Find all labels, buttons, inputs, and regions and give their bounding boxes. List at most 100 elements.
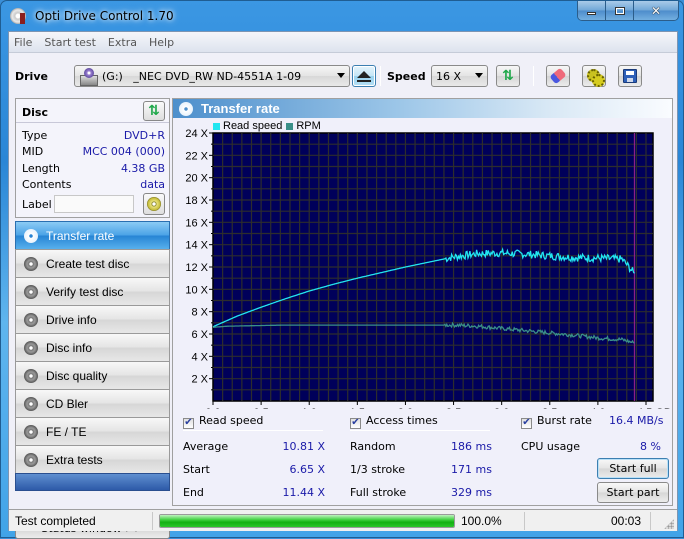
burst-rate-value: 16.4 MB/s	[609, 414, 664, 427]
access-times-toggle[interactable]: ✔ Access times	[350, 414, 438, 429]
start-full-button[interactable]: Start full	[597, 458, 669, 479]
read-speed-toggle[interactable]: ✔ Read speed	[183, 414, 263, 429]
legend-label: RPM	[296, 120, 321, 132]
disc-type-row: Type DVD+R	[22, 129, 165, 142]
nav-label: Disc quality	[46, 368, 108, 383]
nav-drive-info[interactable]: Drive info	[15, 305, 170, 333]
divider	[183, 430, 323, 431]
settings-button[interactable]	[582, 65, 606, 87]
stat-value: 171 ms	[451, 463, 492, 476]
speed-select[interactable]: 16 X	[431, 65, 488, 87]
nav-label: Transfer rate	[46, 228, 115, 243]
eject-button[interactable]	[352, 65, 376, 87]
burst-rate-checkbox[interactable]: ✔	[521, 417, 532, 429]
menu-file[interactable]: File	[14, 36, 32, 49]
test-nav: Transfer rate Create test disc Verify te…	[15, 221, 170, 491]
menu-help[interactable]: Help	[149, 36, 174, 49]
transfer-rate-icon	[24, 228, 38, 243]
y-tick-label: 24 X	[185, 128, 208, 140]
random-access-row: Random 186 ms	[350, 440, 492, 453]
menu-start-test[interactable]: Start test	[44, 36, 96, 49]
disc-info-icon	[24, 340, 38, 355]
drive-info-icon	[24, 312, 38, 327]
drive-label: Drive	[15, 70, 48, 83]
y-tick-label: 10 X	[185, 284, 208, 296]
close-button[interactable]: ✕	[634, 1, 678, 20]
disc-mid-value: MCC 004 (000)	[82, 145, 165, 158]
minimize-icon	[587, 12, 596, 15]
window-title: Opti Drive Control 1.70	[35, 9, 174, 23]
start-part-button[interactable]: Start part	[597, 482, 669, 503]
stat-value: 10.81 X	[282, 440, 325, 453]
refresh-speed-button[interactable]: ⇅	[496, 65, 520, 87]
toolbar: Drive (G:) _NEC DVD_RW ND-4551A 1-09 Spe…	[9, 54, 677, 96]
drive-select[interactable]: (G:) _NEC DVD_RW ND-4551A 1-09	[74, 65, 350, 87]
speed-select-value: 16 X	[436, 69, 462, 83]
legend-rpm: RPM	[286, 120, 321, 132]
access-times-label: Access times	[366, 414, 438, 427]
progress-fill	[160, 515, 454, 527]
nav-create-test-disc[interactable]: Create test disc	[15, 249, 170, 277]
disc-label-button[interactable]	[143, 193, 165, 215]
nav-label: CD Bler	[46, 396, 89, 411]
disc-refresh-button[interactable]: ⇅	[143, 101, 165, 121]
resize-grip[interactable]	[664, 519, 674, 529]
gears-icon	[587, 69, 605, 87]
y-tick-label: 16 X	[185, 217, 208, 229]
maximize-button[interactable]	[606, 1, 634, 20]
nav-verify-test-disc[interactable]: Verify test disc	[15, 277, 170, 305]
save-button[interactable]	[618, 65, 642, 87]
nav-extra-tests[interactable]: Extra tests	[15, 445, 170, 473]
nav-disc-quality[interactable]: Disc quality	[15, 361, 170, 389]
x-tick-label: 4.5 GB	[637, 407, 671, 409]
stat-key: 1/3 stroke	[350, 463, 405, 476]
nav-filler	[15, 473, 170, 491]
nav-disc-info[interactable]: Disc info	[15, 333, 170, 361]
burst-rate-toggle[interactable]: ✔ Burst rate	[521, 414, 592, 429]
refresh-icon: ⇅	[502, 68, 514, 84]
access-times-checkbox[interactable]: ✔	[350, 417, 361, 429]
nav-transfer-rate[interactable]: Transfer rate	[15, 221, 170, 249]
stat-value: 8 %	[640, 440, 661, 453]
chevron-down-icon	[475, 73, 483, 78]
elapsed-time: 00:03	[610, 514, 641, 528]
x-tick-label: 2.5	[446, 407, 461, 409]
nav-fe-te[interactable]: FE / TE	[15, 417, 170, 445]
disc-label-input[interactable]	[54, 195, 134, 213]
nav-label: Drive info	[46, 312, 97, 327]
divider	[524, 512, 525, 530]
y-tick-label: 12 X	[185, 262, 208, 274]
minimize-button[interactable]	[578, 1, 606, 20]
nav-cd-bler[interactable]: CD Bler	[15, 389, 170, 417]
progress-bar	[159, 514, 455, 528]
disc-length-row: Length 4.38 GB	[22, 162, 165, 175]
toolbar-separator	[380, 66, 381, 86]
disc-contents-row: Contents data	[22, 178, 165, 191]
legend-swatch	[286, 122, 294, 130]
transfer-rate-panel: Transfer rate 2 X4 X6 X8 X 10 X 12 X 14 X 16…	[172, 98, 673, 506]
menu-bar: File Start test Extra Help	[9, 32, 677, 53]
x-tick-label: 1.5	[350, 407, 365, 409]
start-speed-row: Start 6.65 X	[183, 463, 325, 476]
eraser-icon	[549, 67, 567, 85]
stat-key: Start	[183, 463, 210, 476]
window-controls: ✕	[577, 1, 679, 21]
progress-percent: 100.0%	[461, 514, 502, 528]
menu-extra[interactable]: Extra	[108, 36, 137, 49]
y-tick-label: 6 X	[191, 329, 208, 341]
create-disc-icon	[24, 256, 38, 271]
verify-disc-icon	[24, 284, 38, 299]
y-tick-label: 18 X	[185, 195, 208, 207]
disc-contents-key: Contents	[22, 178, 72, 191]
erase-button[interactable]	[546, 65, 570, 87]
disc-mid-row: MID MCC 004 (000)	[22, 145, 165, 158]
divider	[650, 512, 651, 530]
x-tick-label: 3.0	[494, 407, 509, 409]
read-speed-checkbox[interactable]: ✔	[183, 417, 194, 429]
nav-label: Create test disc	[46, 256, 130, 271]
maximize-icon	[614, 6, 625, 15]
disc-length-key: Length	[22, 162, 60, 175]
y-tick-label: 20 X	[185, 173, 208, 185]
chevron-down-icon	[337, 73, 345, 78]
nav-label: Verify test disc	[46, 284, 124, 299]
